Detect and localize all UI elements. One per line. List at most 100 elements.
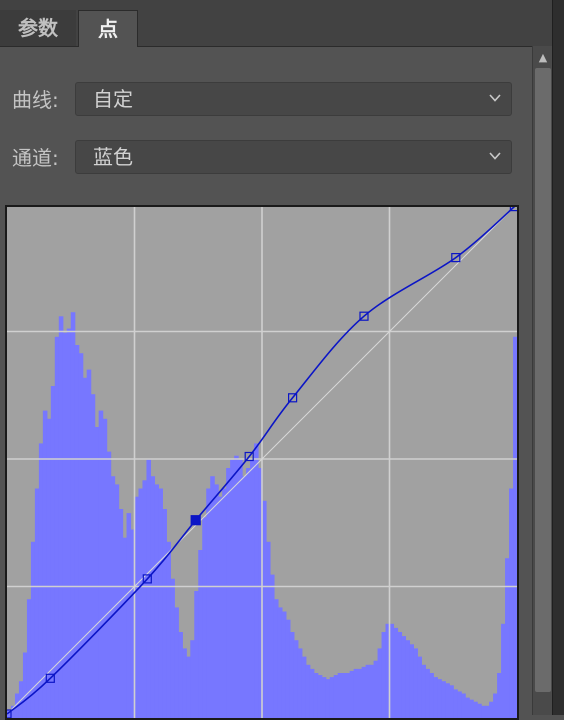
- histogram-bar: [246, 468, 251, 720]
- histogram-bar: [425, 669, 430, 720]
- histogram-bar: [382, 632, 387, 720]
- curve-graph[interactable]: [5, 205, 519, 720]
- histogram-bar: [493, 694, 498, 720]
- histogram-bar: [481, 706, 486, 720]
- histogram-bar: [445, 683, 450, 720]
- histogram-bar: [437, 679, 442, 720]
- histogram-bar: [477, 704, 482, 720]
- curve-preset-row: 曲线: 自定: [0, 82, 532, 118]
- histogram-bar: [154, 484, 159, 720]
- chevron-down-icon: [489, 94, 501, 102]
- histogram-bar: [489, 702, 494, 720]
- chevron-down-icon: [489, 152, 501, 160]
- histogram-bar: [103, 419, 108, 720]
- scroll-up-arrow-icon[interactable]: ▲: [533, 50, 553, 66]
- curve-graph-canvas[interactable]: [7, 207, 517, 720]
- histogram-bar: [138, 489, 143, 720]
- histogram-bar: [366, 665, 371, 720]
- histogram-bar: [194, 591, 199, 720]
- histogram-bar: [234, 456, 239, 720]
- curve-preset-value: 自定: [93, 83, 133, 115]
- histogram-bar: [362, 667, 367, 720]
- histogram-bar: [170, 579, 175, 720]
- histogram-bar: [342, 673, 347, 720]
- histogram-bar: [186, 657, 191, 720]
- histogram-bar: [310, 669, 315, 720]
- histogram-bar: [413, 648, 418, 720]
- histogram-bar: [75, 345, 80, 720]
- histogram-bar: [178, 632, 183, 720]
- histogram-bar: [19, 681, 24, 720]
- histogram-bar: [441, 681, 446, 720]
- histogram-bar: [513, 337, 517, 720]
- histogram-bar: [206, 489, 211, 720]
- histogram-bar: [421, 665, 426, 720]
- vertical-scrollbar[interactable]: ▲: [532, 46, 553, 715]
- histogram-bar: [509, 489, 514, 720]
- histogram-bar: [370, 665, 375, 720]
- histogram-bar: [99, 411, 104, 720]
- tab-parameters[interactable]: 参数: [0, 10, 76, 46]
- histogram-bar: [274, 599, 279, 720]
- histogram-bar: [294, 640, 299, 720]
- histogram-bar: [302, 657, 307, 720]
- histogram-bar: [83, 378, 88, 720]
- histogram-bar: [338, 673, 343, 720]
- scrollbar-thumb[interactable]: [535, 68, 551, 692]
- histogram-bar: [453, 689, 458, 720]
- histogram-bar: [298, 648, 303, 720]
- histogram-bar: [457, 691, 462, 720]
- histogram-bar: [254, 443, 259, 720]
- histogram-bar: [222, 489, 227, 720]
- panel-edge: [552, 0, 564, 715]
- histogram-bar: [330, 677, 335, 720]
- tab-points[interactable]: 点: [78, 10, 138, 47]
- histogram-bar: [174, 607, 179, 720]
- histogram-bar: [79, 353, 84, 720]
- histogram-bar: [346, 673, 351, 720]
- histogram-bar: [485, 706, 490, 720]
- histogram-bar: [123, 538, 128, 720]
- channel-value: 蓝色: [93, 141, 133, 173]
- histogram-bar: [166, 542, 171, 720]
- histogram-bar: [378, 648, 383, 720]
- histogram-bar: [465, 698, 470, 720]
- histogram-bar: [409, 644, 414, 720]
- histogram-bar: [497, 673, 502, 720]
- histogram-bar: [210, 476, 215, 720]
- histogram-bar: [111, 476, 116, 720]
- curve-point-selected[interactable]: [191, 516, 200, 525]
- histogram-bar: [433, 677, 438, 720]
- histogram-bar: [127, 513, 132, 720]
- histogram-bar: [334, 675, 339, 720]
- curve-preset-select[interactable]: 自定: [75, 82, 512, 116]
- histogram-bar: [397, 632, 402, 720]
- histogram-bar: [290, 632, 295, 720]
- histogram-bar: [282, 612, 287, 720]
- histogram-bar: [91, 394, 96, 720]
- histogram-bar: [417, 657, 422, 720]
- channel-select[interactable]: 蓝色: [75, 140, 512, 174]
- histogram-bar: [226, 468, 231, 720]
- curve-preset-label: 曲线:: [12, 82, 59, 118]
- channel-row: 通道: 蓝色: [0, 140, 532, 176]
- histogram-bar: [202, 517, 207, 720]
- histogram-bar: [469, 700, 474, 720]
- histogram-bar: [374, 661, 379, 720]
- histogram-bar: [401, 636, 406, 720]
- histogram-bar: [190, 640, 195, 720]
- histogram-bar: [119, 509, 124, 720]
- histogram-bar: [429, 673, 434, 720]
- histogram-bar: [250, 460, 255, 720]
- histogram-bar: [198, 550, 203, 720]
- histogram-bar: [306, 665, 311, 720]
- histogram-bar: [214, 484, 219, 720]
- histogram-bar: [322, 677, 327, 720]
- histogram-bar: [182, 648, 187, 720]
- histogram-bar: [350, 671, 355, 720]
- panel-tab-bar: 参数 点: [0, 0, 552, 47]
- histogram-bar: [393, 628, 398, 720]
- histogram-bar: [95, 427, 100, 720]
- histogram-bar: [405, 640, 410, 720]
- histogram-bar: [238, 460, 243, 720]
